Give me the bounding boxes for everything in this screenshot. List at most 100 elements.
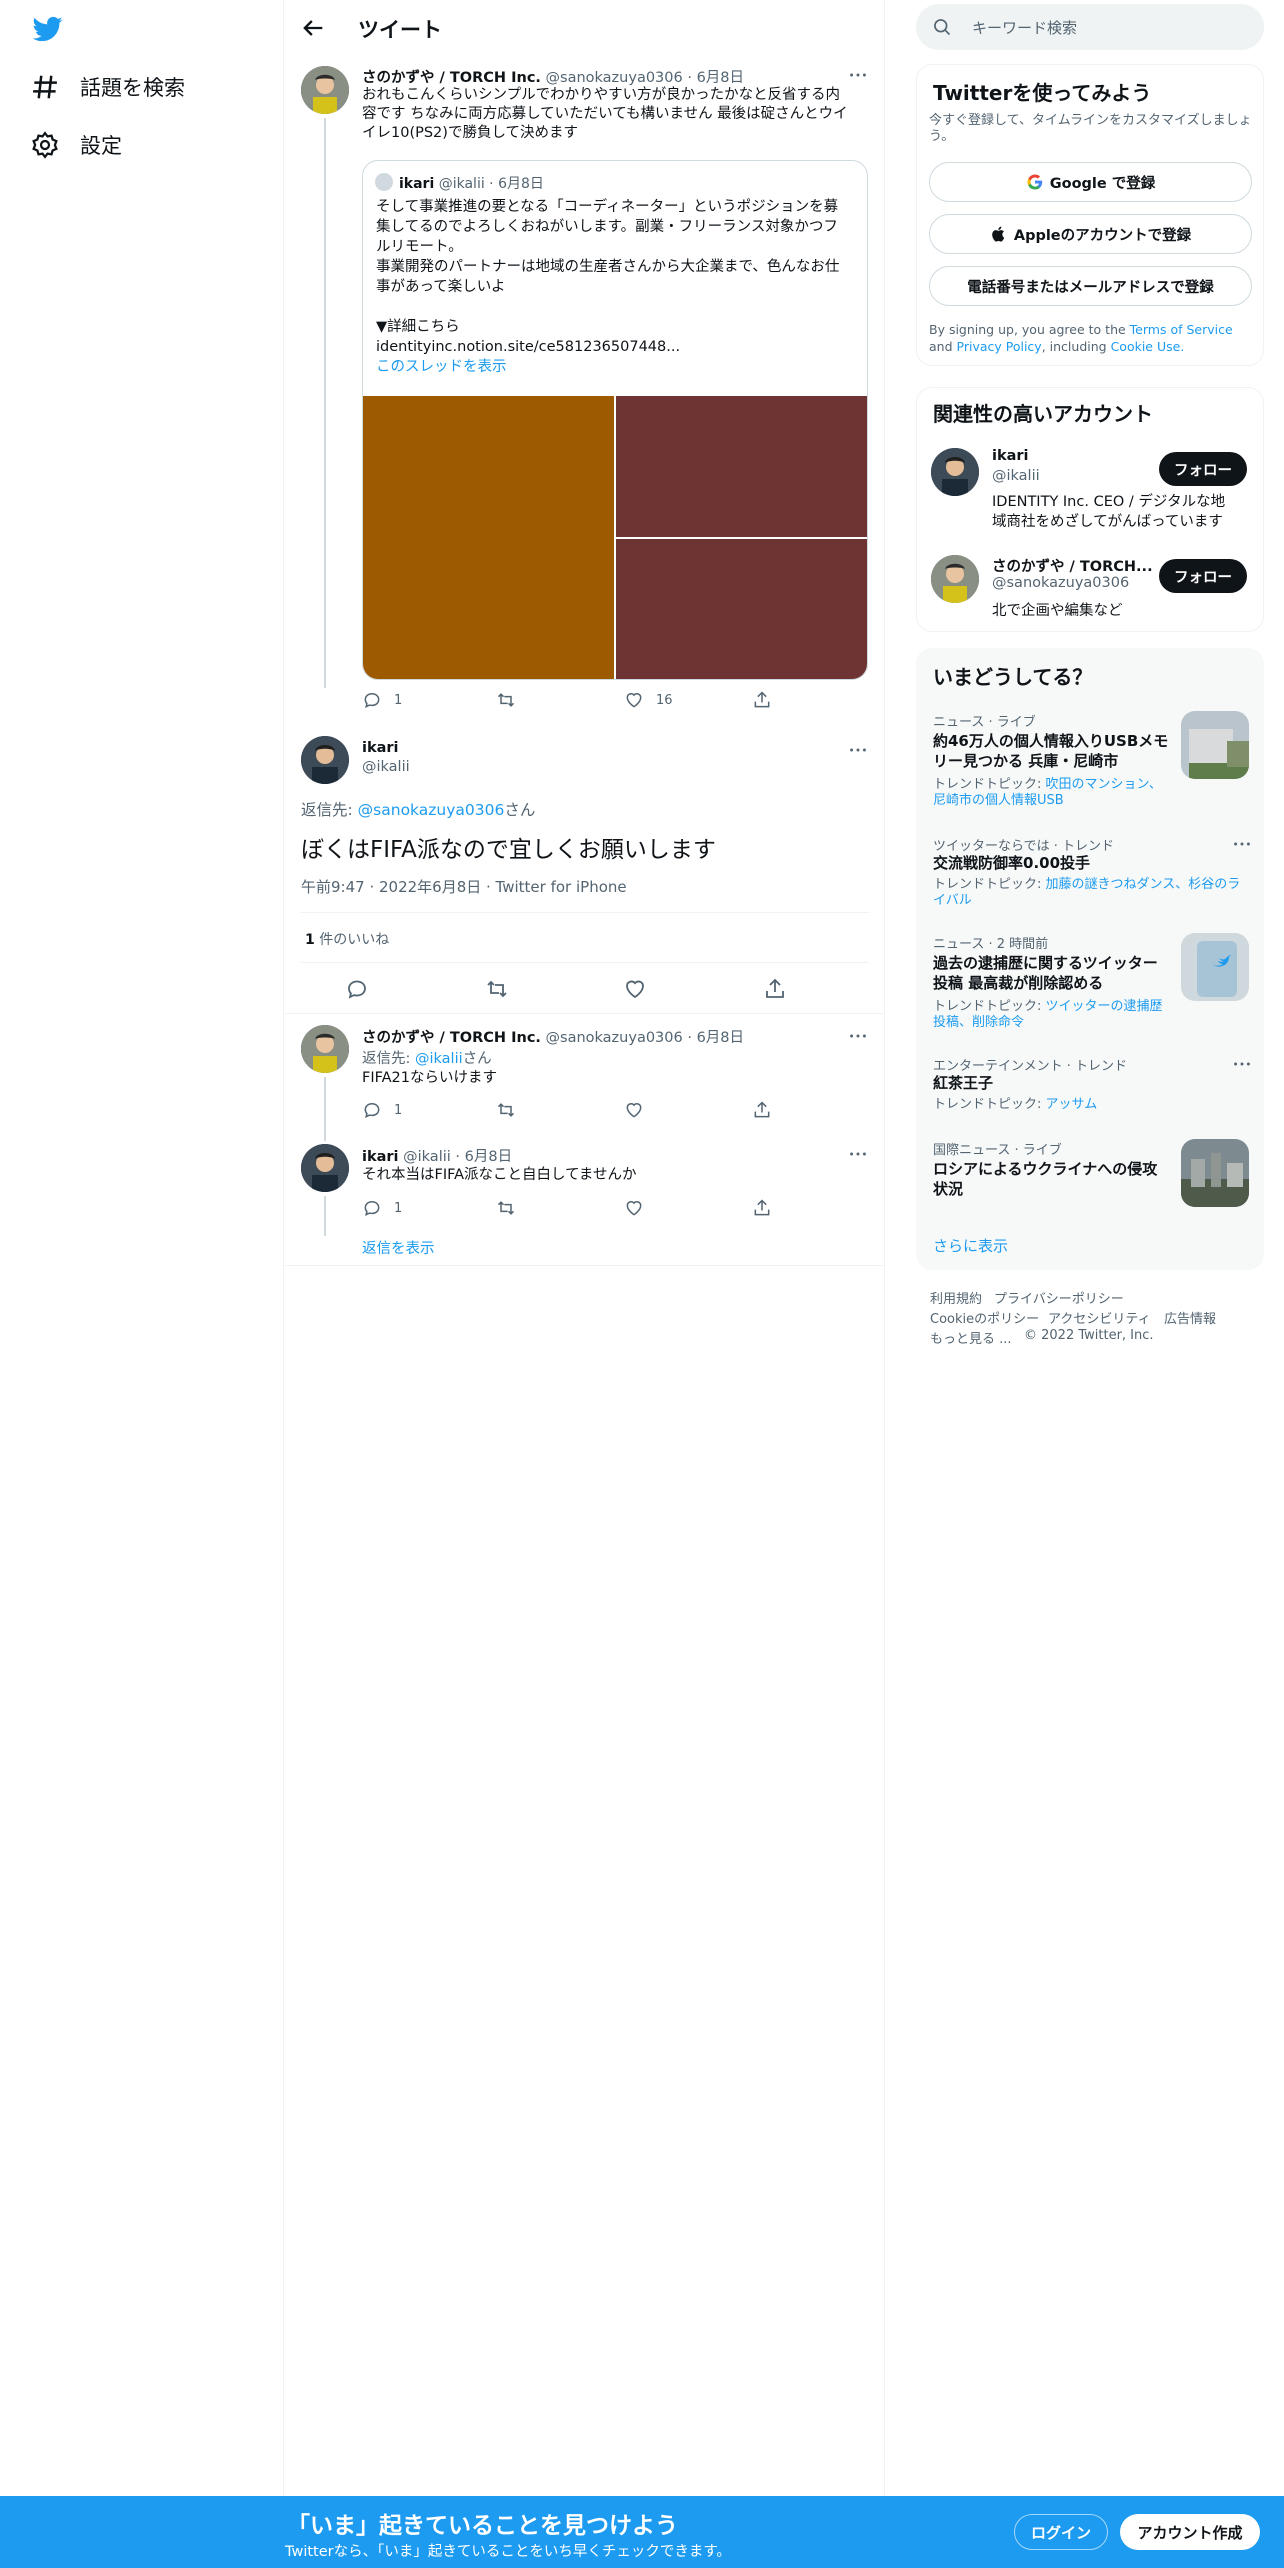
account-name[interactable]: さのかずや / TORCH... [992, 555, 1153, 576]
footer-accessibility-link[interactable]: アクセシビリティ [1048, 1308, 1151, 1327]
reply-context: 返信先: @ikaliiさん [362, 1047, 492, 1068]
reply-button[interactable]: 1 [362, 1198, 402, 1218]
google-signup-button[interactable]: Google で登録 [929, 162, 1252, 202]
nav-explore[interactable]: 話題を検索 [30, 67, 185, 107]
footer-more-link[interactable]: もっと見る ... [930, 1328, 1012, 1347]
signup-button[interactable]: アカウント作成 [1120, 2514, 1260, 2550]
avatar[interactable] [301, 1144, 349, 1192]
quote-line: 事業開発のパートナーは地域の生産者さんから大企業まで、色んなお仕 [376, 259, 840, 275]
trend-topic: トレンドトピック: ツイッターの逮捕歴 投稿、削除命令 [933, 999, 1173, 1031]
quote-image-1[interactable] [363, 396, 614, 679]
tweet-text: それ本当はFIFA派なこと自白してませんか [362, 1167, 637, 1183]
signup-subtitle-line: 今すぐ登録して、タイムラインをカスタマイズしましょ [929, 113, 1252, 128]
cookie-link[interactable]: Cookie Use. [1111, 339, 1185, 354]
avatar[interactable] [931, 555, 979, 603]
more-icon[interactable] [1231, 1053, 1253, 1075]
terms-and: and [929, 339, 953, 354]
nav-settings[interactable]: 設定 [30, 125, 122, 165]
tweet-text-line: イレ10(PS2)で勝負して決めます [362, 125, 579, 141]
share-button[interactable] [752, 1198, 784, 1218]
footer-ads-link[interactable]: 広告情報 [1164, 1308, 1216, 1327]
apple-icon [992, 226, 1005, 242]
share-icon[interactable] [763, 977, 787, 1001]
quoted-tweet[interactable]: ikari @ikalii · 6月8日 そして事業推進の要となる「コーディネー… [362, 160, 868, 680]
trend-topic-link[interactable]: 投稿、削除命令 [933, 1015, 1024, 1030]
trend-topic-link[interactable]: ツイッターの逮捕歴 [1046, 999, 1163, 1014]
like-button[interactable] [624, 1198, 656, 1218]
trend-meta: 国際ニュース · ライブ [933, 1143, 1062, 1158]
likes-summary[interactable]: 1 件のいいね [305, 929, 389, 949]
quote-image-2[interactable] [616, 396, 867, 537]
bottom-signup-bar: 「いま」起きていることを見つけよう Twitterなら、「いま」起きていることを… [0, 2496, 1284, 2568]
more-icon[interactable] [847, 739, 869, 761]
back-arrow-icon[interactable] [299, 14, 327, 42]
reply-author[interactable]: さのかずや / TORCH Inc. @sanokazuya0306 · 6月8… [362, 1026, 744, 1047]
trends-card: いまどうしてる？ ニュース · ライブ 約46万人の個人情報入りUSBメモ リー… [916, 648, 1264, 1270]
more-icon[interactable] [847, 64, 869, 86]
terms-link[interactable]: Terms of Service [1130, 322, 1233, 337]
tweet-date[interactable]: 6月8日 [465, 1149, 512, 1165]
tweet-date[interactable]: 6月8日 [697, 1030, 744, 1046]
quote-image-3[interactable] [616, 539, 867, 679]
more-icon[interactable] [1231, 833, 1253, 855]
avatar[interactable] [301, 736, 349, 784]
share-button[interactable] [752, 690, 784, 710]
reply-button[interactable]: 1 [362, 690, 402, 710]
show-more-link[interactable]: さらに表示 [933, 1235, 1008, 1256]
trend-topic-link[interactable]: 尼崎市の個人情報USB [933, 793, 1064, 808]
twitter-logo-icon[interactable] [32, 14, 64, 44]
tweet-date[interactable]: 6月8日 [697, 70, 744, 86]
quote-line: 事があって楽しいよ [376, 279, 506, 295]
follow-button[interactable]: フォロー [1159, 452, 1247, 486]
like-button[interactable] [624, 1100, 656, 1120]
reply-button[interactable]: 1 [362, 1100, 402, 1120]
footer-terms-link[interactable]: 利用規約 [930, 1288, 982, 1307]
tweet-timestamp[interactable]: 午前9:47 · 2022年6月8日 · Twitter for iPhone [301, 876, 627, 897]
show-replies-link[interactable]: 返信を表示 [362, 1237, 435, 1258]
reply-to-link[interactable]: @sanokazuya0306 [358, 801, 505, 819]
trend-title: 約46万人の個人情報入りUSBメモ リー見つかる 兵庫・尼崎市 [933, 731, 1173, 771]
retweet-button[interactable] [496, 1100, 528, 1120]
divider [301, 962, 869, 963]
like-count: 16 [656, 692, 673, 708]
trend-topic-link[interactable]: アッサム [1046, 1097, 1098, 1112]
focus-author-name[interactable]: ikari [362, 740, 399, 756]
share-button[interactable] [752, 1100, 784, 1120]
author-name[interactable]: さのかずや / TORCH Inc. [362, 70, 541, 86]
login-button[interactable]: ログイン [1014, 2514, 1108, 2550]
tweet-author[interactable]: さのかずや / TORCH Inc. @sanokazuya0306 · 6月8… [362, 66, 744, 87]
trend-topic-link[interactable]: 吹田のマンション、 [1046, 777, 1162, 792]
more-icon[interactable] [847, 1025, 869, 1047]
avatar[interactable] [301, 66, 349, 114]
trend-topic-link[interactable]: 加藤の謎きつねダンス、杉谷のラ [1046, 877, 1241, 892]
footer-privacy-link[interactable]: プライバシーポリシー [994, 1288, 1124, 1307]
author-name[interactable]: ikari [362, 1149, 399, 1165]
avatar[interactable] [931, 448, 979, 496]
trend-topic-link[interactable]: イバル [933, 893, 972, 908]
reply-to-link[interactable]: @ikalii [415, 1051, 463, 1067]
retweet-icon[interactable] [485, 977, 509, 1001]
retweet-button[interactable] [496, 1198, 528, 1218]
thread-line [324, 1077, 326, 1141]
apple-signup-button[interactable]: Appleのアカウントで登録 [929, 214, 1252, 254]
privacy-link[interactable]: Privacy Policy [957, 339, 1042, 354]
follow-button[interactable]: フォロー [1159, 559, 1247, 593]
phone-signup-button[interactable]: 電話番号またはメールアドレスで登録 [929, 266, 1252, 306]
trend-title: ロシアによるウクライナへの侵攻 状況 [933, 1159, 1173, 1199]
heart-icon[interactable] [623, 977, 647, 1001]
google-icon [1027, 174, 1042, 190]
account-name[interactable]: ikari [992, 448, 1029, 464]
reply-author[interactable]: ikari @ikalii · 6月8日 [362, 1145, 512, 1166]
focus-author-handle[interactable]: @ikalii [362, 759, 410, 775]
avatar[interactable] [301, 1025, 349, 1073]
search-input[interactable]: キーワード検索 [916, 4, 1264, 50]
more-icon[interactable] [847, 1143, 869, 1165]
footer-cookie-link[interactable]: Cookieのポリシー [930, 1308, 1039, 1327]
reply-icon[interactable] [345, 977, 369, 1001]
show-thread-link[interactable]: このスレッドを表示 [376, 357, 856, 377]
account-bio-line: IDENTITY Inc. CEO / デジタルな地 [992, 494, 1226, 510]
author-name[interactable]: さのかずや / TORCH Inc. [362, 1030, 541, 1046]
retweet-button[interactable] [496, 690, 528, 710]
like-button[interactable]: 16 [624, 690, 673, 710]
terms-text: By signing up, you agree to the Terms of… [929, 321, 1255, 355]
